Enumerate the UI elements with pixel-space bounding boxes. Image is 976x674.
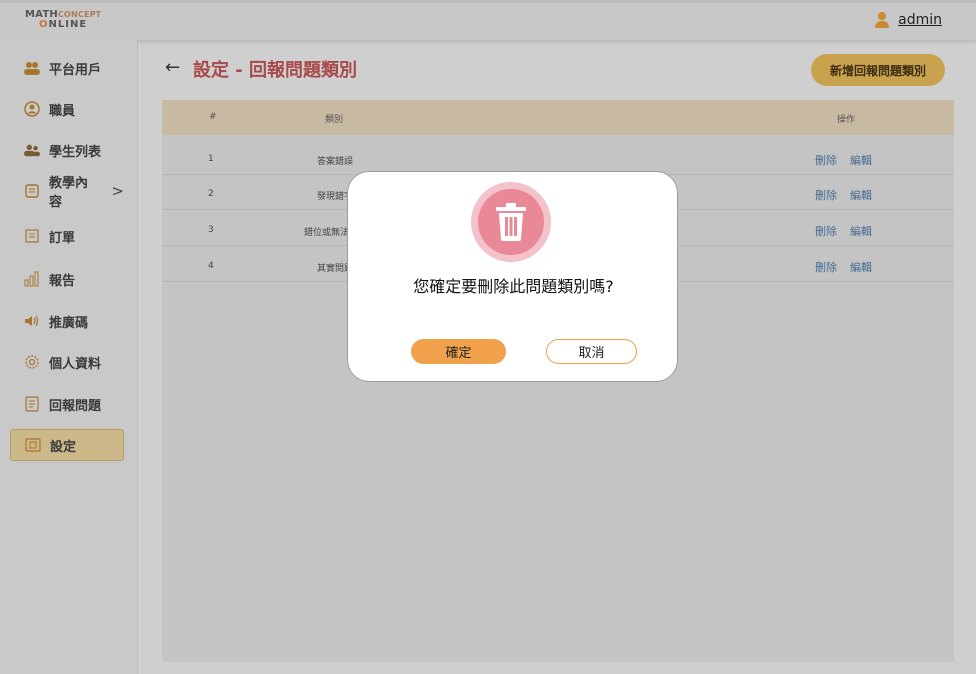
delete-link[interactable]: 刪除 — [815, 223, 837, 239]
chart-icon — [24, 271, 40, 287]
row-category: 錯位或無法 — [304, 228, 350, 238]
confirm-button[interactable]: 確定 — [411, 339, 506, 364]
sidebar-item-settings[interactable]: 設定 — [10, 429, 124, 461]
user-menu[interactable]: admin — [875, 12, 942, 28]
sidebar: 平台用戶 職員 學生列表 教學內容 > 訂單 報告 推廣碼 個人資料 回報問題 … — [0, 40, 138, 674]
sidebar-item-platform-users[interactable]: 平台用戶 — [10, 52, 124, 84]
sidebar-item-staff[interactable]: 職員 — [10, 93, 124, 125]
students-icon — [24, 142, 40, 158]
trash-icon — [478, 189, 544, 255]
row-index: 4 — [208, 261, 214, 271]
row-index: 3 — [208, 225, 214, 235]
header-actions: 操作 — [837, 115, 856, 125]
sidebar-item-label: 訂單 — [49, 230, 76, 246]
delete-confirm-dialog: 您確定要刪除此問題類別嗎? 確定 取消 — [347, 171, 678, 382]
sidebar-item-label: 推廣碼 — [49, 315, 89, 331]
trash-icon-badge — [471, 182, 551, 262]
report-icon — [24, 396, 40, 412]
delete-link[interactable]: 刪除 — [815, 187, 837, 203]
sidebar-item-promo-code[interactable]: 推廣碼 — [10, 305, 124, 337]
sidebar-item-label: 個人資料 — [49, 356, 102, 372]
delete-link[interactable]: 刪除 — [815, 152, 837, 168]
dialog-message: 您確定要刪除此問題類別嗎? — [413, 277, 614, 296]
sidebar-item-report-issues[interactable]: 回報問題 — [10, 388, 124, 420]
logo-text-concept: CONCEPT — [57, 10, 102, 19]
page-title: 設定 - 回報問題類別 — [193, 60, 358, 81]
row-index: 2 — [208, 189, 214, 199]
sidebar-item-students[interactable]: 學生列表 — [10, 134, 124, 166]
sidebar-item-orders[interactable]: 訂單 — [10, 220, 124, 252]
users-icon — [24, 60, 40, 76]
top-bar: MATHCONCEPT ONLINE admin — [0, 0, 976, 40]
sidebar-item-reports[interactable]: 報告 — [10, 263, 124, 295]
row-index: 1 — [208, 154, 214, 164]
sidebar-item-label: 學生列表 — [49, 144, 102, 160]
user-icon — [875, 12, 890, 28]
book-icon — [24, 183, 40, 199]
header-index: # — [209, 112, 217, 122]
table-header: # 類別 操作 — [162, 100, 954, 135]
user-name-link[interactable]: admin — [898, 12, 942, 28]
delete-link[interactable]: 刪除 — [815, 259, 837, 275]
back-arrow-icon[interactable]: ← — [165, 57, 180, 78]
chevron-right-icon: > — [111, 182, 124, 200]
header-category: 類別 — [325, 115, 344, 125]
sidebar-item-label: 職員 — [49, 103, 76, 119]
edit-link[interactable]: 編輯 — [850, 223, 872, 239]
cancel-button[interactable]: 取消 — [546, 339, 637, 364]
settings-icon — [25, 437, 41, 453]
edit-link[interactable]: 編輯 — [850, 187, 872, 203]
logo-text-nline: NLINE — [48, 19, 88, 30]
order-icon — [24, 228, 40, 244]
sidebar-item-label: 回報問題 — [49, 398, 102, 414]
megaphone-icon — [24, 313, 40, 329]
gear-icon — [24, 354, 40, 370]
row-category: 答案錯誤 — [317, 157, 354, 167]
add-category-button[interactable]: 新增回報問題類別 — [811, 54, 945, 86]
sidebar-item-label: 教學內容 — [49, 176, 89, 210]
sidebar-item-teaching-content[interactable]: 教學內容 > — [10, 175, 124, 210]
sidebar-item-label: 報告 — [49, 273, 76, 289]
sidebar-item-label: 設定 — [50, 439, 77, 455]
staff-icon — [24, 101, 40, 117]
table-row: 1 答案錯誤 刪除 編輯 — [162, 140, 954, 175]
app-logo[interactable]: MATHCONCEPT ONLINE — [25, 10, 101, 30]
edit-link[interactable]: 編輯 — [850, 259, 872, 275]
edit-link[interactable]: 編輯 — [850, 152, 872, 168]
sidebar-item-label: 平台用戶 — [49, 62, 102, 78]
sidebar-item-profile[interactable]: 個人資料 — [10, 346, 124, 378]
logo-text-o: O — [39, 19, 49, 30]
